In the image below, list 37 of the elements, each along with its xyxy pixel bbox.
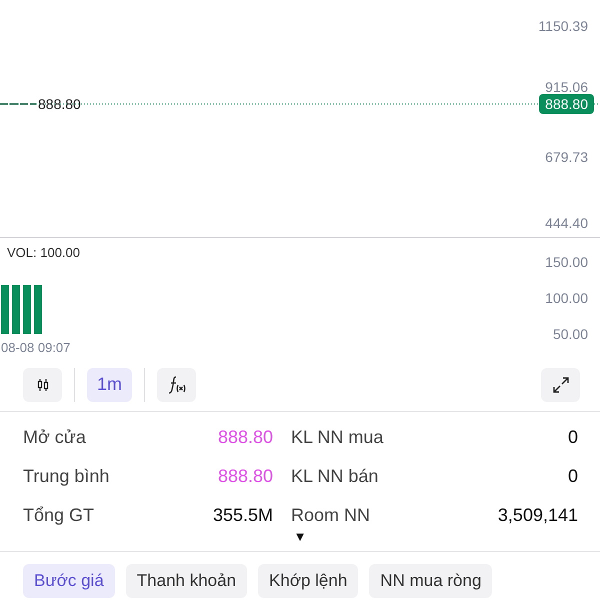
stat-label: Mở cửa: [23, 426, 86, 449]
stat-value: 888.80: [218, 465, 273, 488]
stat-value: 0: [568, 426, 578, 449]
stat-label: Room NN: [291, 504, 370, 527]
tab[interactable]: NN mua ròng: [369, 564, 492, 598]
volume-title: VOL: 100.00: [7, 245, 80, 261]
axis-label: 100.00: [545, 290, 588, 306]
stat-value: 3,509,141: [498, 504, 578, 527]
axis-label: 50.00: [552, 326, 588, 342]
time-label: 08-08 09:07: [1, 340, 70, 356]
price-badge: 888.80: [539, 94, 594, 114]
expand-toggle[interactable]: ▼: [294, 529, 306, 545]
axis-label: 915.06: [545, 79, 588, 95]
axis-label: 679.73: [545, 149, 588, 166]
expand-icon: [552, 376, 570, 394]
stat-value: 888.80: [218, 426, 273, 449]
stat-value: 355.5M: [212, 504, 273, 527]
volume-bars-drawing: [1, 285, 43, 334]
axis-label: 150.00: [545, 254, 588, 270]
tab[interactable]: Thanh khoản: [126, 564, 248, 598]
function-button[interactable]: [157, 368, 196, 402]
axis-label: 1150.39: [538, 18, 588, 34]
price-label: 888.80: [38, 96, 81, 112]
stat-label: KL NN mua: [291, 426, 384, 449]
price-line: [0, 103, 36, 105]
stat-value: 0: [568, 465, 578, 488]
candlestick-icon: [36, 378, 50, 392]
expand-button[interactable]: [541, 368, 580, 402]
stat-label: Trung bình: [23, 465, 110, 488]
tab[interactable]: Khớp lệnh: [258, 564, 358, 598]
candles-button[interactable]: [23, 368, 62, 402]
axis-label: 444.40: [545, 215, 588, 231]
stat-label: KL NN bán: [291, 465, 378, 488]
tab[interactable]: Bước giá: [23, 564, 115, 598]
stat-label: Tổng GT: [23, 504, 94, 527]
interval-button[interactable]: 1m: [87, 368, 132, 402]
function-icon: [166, 374, 187, 394]
